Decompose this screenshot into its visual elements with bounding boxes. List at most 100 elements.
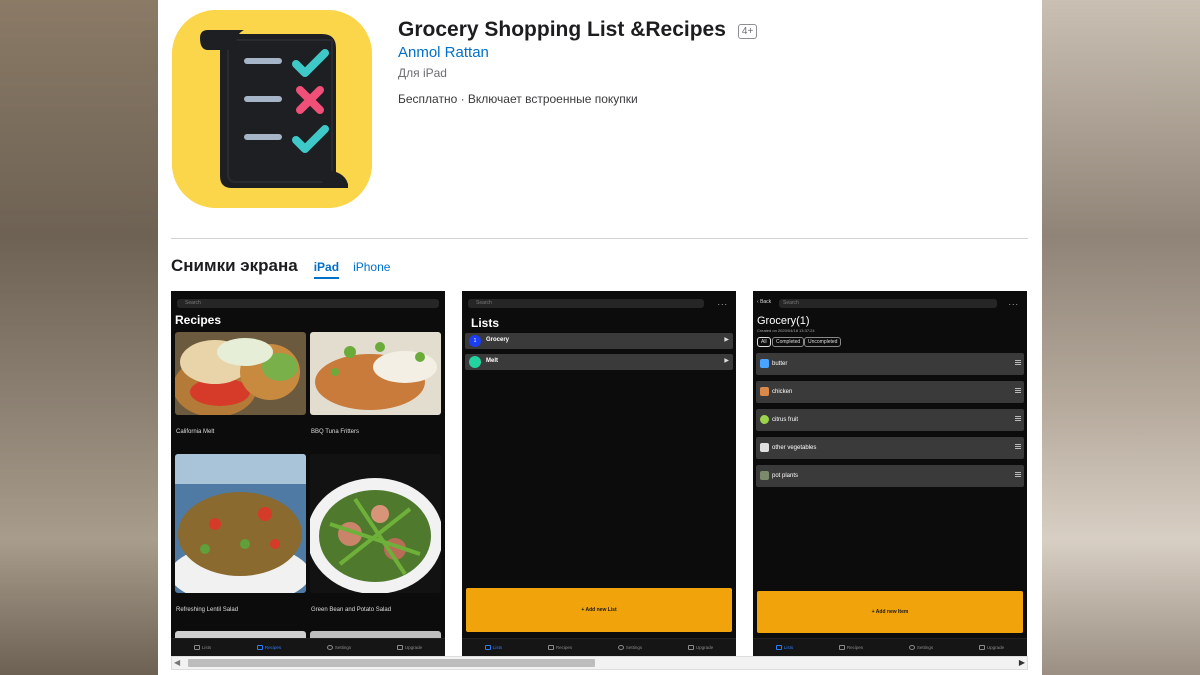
tab-bar: Lists Recipes Settings Upgrade [753,638,1027,656]
tab-label: Settings [625,645,643,650]
tab-label: Recipes [264,645,282,650]
more-icon: ... [717,297,728,307]
tab-lists[interactable]: Lists [193,645,212,650]
grocery-item[interactable]: pot plants [756,465,1024,487]
checklist-scroll-icon [172,10,372,208]
tab-settings[interactable]: Settings [326,645,352,650]
tab-bar: Lists Recipes Settings Upgrade [462,638,736,656]
age-rating-badge: 4+ [737,24,758,39]
grocery-item[interactable]: butter [756,353,1024,375]
drag-handle-icon[interactable] [1015,360,1021,366]
book-icon [838,645,845,650]
filter-all[interactable]: All [757,337,771,347]
app-store-page: Grocery Shopping List &Recipes 4+ Anmol … [158,0,1042,675]
upgrade-icon [978,645,985,650]
created-timestamp: Created on 2020/04/18 13:37:24 [757,328,815,333]
tab-bar: Lists Recipes Settings Upgrade [171,638,445,656]
gear-icon [326,645,333,650]
plant-icon [760,471,769,480]
drag-handle-icon[interactable] [1015,472,1021,478]
item-name: butter [772,361,788,367]
tab-recipes[interactable]: Recipes [547,645,572,650]
search-input: Search [468,299,704,308]
tab-upgrade[interactable]: Upgrade [396,645,423,650]
tab-label: Lists [201,645,212,650]
screen-heading: Lists [471,316,500,330]
list-item-grocery[interactable]: 1 Grocery ▶ [465,333,733,349]
screenshot-grocery-list[interactable]: ‹ Back Search ... Grocery(1) Created on … [753,291,1027,656]
back-label: Back [760,299,772,305]
item-name: pot plants [772,473,799,479]
tab-upgrade[interactable]: Upgrade [978,645,1004,650]
list-icon [193,645,200,650]
tab-settings[interactable]: Settings [617,645,643,650]
tab-label: Settings [916,645,934,650]
grocery-item[interactable]: chicken [756,381,1024,403]
item-name: citrus fruit [772,417,799,423]
drag-handle-icon[interactable] [1015,444,1021,450]
scroll-right-arrow-icon[interactable]: ▶ [1019,658,1025,667]
screenshots-header: Снимки экрана iPad iPhone [171,256,404,279]
scrollbar-thumb[interactable] [188,659,595,667]
citrus-icon [760,415,769,424]
platform-label: Для iPad [398,66,447,80]
screen-heading: Grocery(1) [757,315,810,327]
back-button[interactable]: ‹ Back [757,299,771,305]
recipe-image-california-melt [175,332,306,415]
filter-uncompleted[interactable]: Uncompleted [804,337,842,347]
drag-handle-icon[interactable] [1015,416,1021,422]
item-name: other vegetables [772,445,817,451]
list-name: Melt [486,358,498,364]
recipe-image-green-bean-salad [310,454,441,593]
list-color-dot [469,356,481,368]
tab-label: Lists [492,645,503,650]
recipe-caption: Green Bean and Potato Salad [311,607,392,613]
tab-label: Upgrade [404,645,423,650]
recipe-caption: California Melt [176,429,215,435]
chevron-right-icon: ▶ [724,337,729,343]
screenshot-lists[interactable]: Search ... Lists 1 Grocery ▶ Melt ▶ + Ad… [462,291,736,656]
screenshot-recipes[interactable]: Search Recipes California Melt BBQ Tuna … [171,291,445,656]
developer-link[interactable]: Anmol Rattan [398,44,489,61]
gear-icon [617,645,624,650]
screenshots-title: Снимки экрана [171,256,298,275]
tab-ipad[interactable]: iPad [313,260,340,279]
tab-lists[interactable]: Lists [775,645,794,650]
tab-recipes[interactable]: Recipes [838,645,864,650]
drag-handle-icon[interactable] [1015,388,1021,394]
recipe-image-bbq-tuna-fritters [310,332,441,415]
list-item-melt[interactable]: Melt ▶ [465,354,733,370]
title-row: Grocery Shopping List &Recipes 4+ [398,18,758,42]
scroll-left-arrow-icon[interactable]: ◀ [174,658,180,667]
tab-label: Lists [783,645,794,650]
horizontal-scrollbar[interactable]: ◀ ▶ [171,656,1028,670]
item-name: chicken [772,389,793,395]
tab-lists[interactable]: Lists [484,645,503,650]
list-color-dot: 1 [469,335,481,347]
gear-icon [908,645,915,650]
tab-label: Settings [334,645,352,650]
upgrade-icon [687,645,694,650]
screen-heading: Recipes [175,313,222,327]
grocery-item[interactable]: citrus fruit [756,409,1024,431]
add-list-button[interactable]: + Add new List [466,588,732,632]
tab-iphone[interactable]: iPhone [353,260,390,277]
recipe-caption: Refreshing Lentil Salad [176,607,239,613]
tab-upgrade[interactable]: Upgrade [687,645,713,650]
book-icon [547,645,554,650]
recipe-caption: BBQ Tuna Fritters [311,429,360,435]
search-input: Search [779,299,997,308]
tab-recipes[interactable]: Recipes [256,645,282,650]
recipe-image-lentil-salad [175,454,306,593]
divider [171,238,1028,239]
background-right [1042,0,1200,675]
add-item-button[interactable]: + Add new Item [757,591,1023,633]
upgrade-icon [396,645,403,650]
tab-settings[interactable]: Settings [908,645,934,650]
book-icon [256,645,263,650]
list-name: Grocery [486,337,510,343]
grocery-item[interactable]: other vegetables [756,437,1024,459]
app-title: Grocery Shopping List &Recipes [398,18,726,41]
tab-label: Recipes [846,645,864,650]
filter-completed[interactable]: Completed [772,337,805,347]
